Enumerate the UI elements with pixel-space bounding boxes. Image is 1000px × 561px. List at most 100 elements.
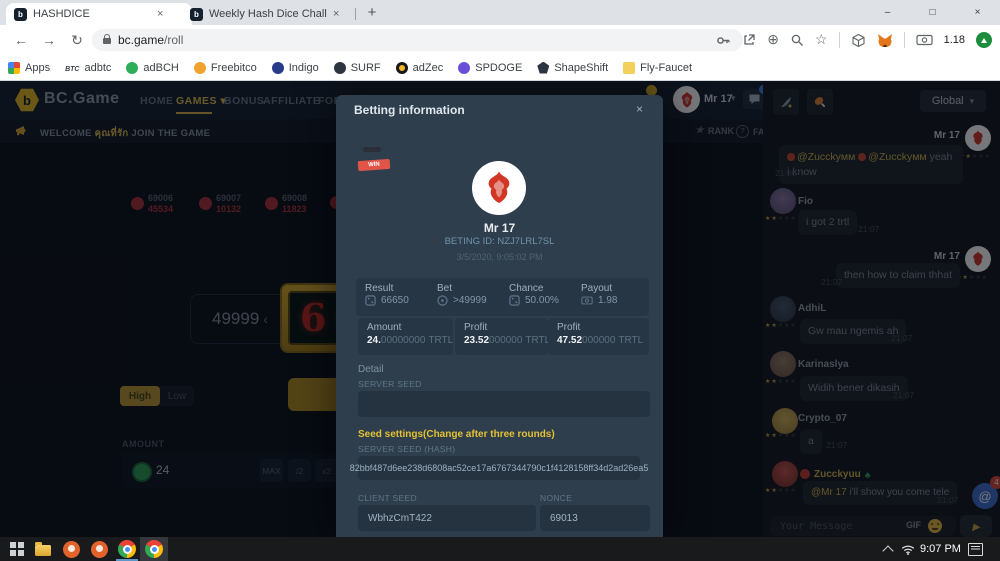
toolbar-separator [904, 32, 905, 48]
server-seed-hash-label: SERVER SEED (HASH) [358, 444, 455, 454]
freebitco-icon [194, 62, 206, 74]
taskbar-active-app[interactable] [140, 537, 168, 561]
chevron-up-icon [882, 545, 893, 556]
stat-value: 66650 [381, 295, 409, 306]
action-center-icon[interactable] [968, 543, 983, 556]
zec-icon [396, 62, 408, 74]
chrome-icon [118, 540, 136, 558]
bookmark-shapeshift[interactable]: ShapeShift [537, 62, 608, 74]
taskbar-explorer[interactable] [30, 537, 56, 561]
stat-label: Payout [581, 283, 649, 294]
taskbar: 9:07 PM [0, 537, 1000, 561]
orange-app-icon [91, 541, 108, 558]
tab-close-icon[interactable] [333, 8, 339, 20]
wallet-badge: 1.18 [944, 34, 965, 46]
metamask-icon[interactable] [877, 33, 893, 48]
win-badge: WIN [360, 139, 388, 167]
screen: b HASHDICE b Weekly Hash Dice Challenge … [0, 0, 1000, 561]
dice-icon [509, 295, 520, 306]
back-button[interactable] [10, 29, 32, 51]
server-seed-field[interactable] [358, 391, 650, 417]
shapeshift-icon [537, 62, 549, 74]
lock-icon[interactable] [103, 38, 111, 44]
banknote-icon [581, 296, 593, 305]
client-seed-label: CLIENT SEED [358, 493, 417, 503]
currency-label: TRTL [618, 335, 643, 346]
bookmark-spdoge[interactable]: SPDOGE [458, 62, 522, 74]
amount-card-label: Profit [557, 322, 649, 333]
stat-label: Bet [437, 283, 505, 294]
client-seed-field[interactable]: WbhzCmT422 [358, 505, 536, 531]
close-window-button[interactable] [955, 0, 1000, 25]
browser-tabstrip: b HASHDICE b Weekly Hash Dice Challenge … [0, 0, 1000, 25]
taskbar-app-2[interactable] [86, 537, 112, 561]
bookmark-flyfaucet[interactable]: Fly-Faucet [623, 62, 692, 74]
bookmark-indigo[interactable]: Indigo [272, 62, 319, 74]
spdoge-icon [458, 62, 470, 74]
phoenix-avatar-icon [479, 168, 519, 208]
forward-button[interactable] [38, 29, 60, 51]
stat-value: 1.98 [598, 295, 617, 306]
stat-card-chance: Chance 50.00% [500, 278, 577, 316]
zoom-install-icon[interactable] [767, 31, 779, 49]
stat-label: Chance [509, 283, 577, 294]
bookmark-adbch[interactable]: adBCH [126, 62, 178, 74]
indigo-icon [272, 62, 284, 74]
orange-app-icon [63, 541, 80, 558]
stat-card-result: Result 66650 [356, 278, 433, 316]
tab-hashdice[interactable]: b HASHDICE [6, 3, 192, 25]
betting-id: BETING ID: NZJ7LRL7SL [336, 236, 663, 247]
bookmark-apps[interactable]: Apps [8, 62, 50, 74]
btc-icon [65, 62, 79, 74]
currency-label: TRTL [428, 335, 453, 346]
search-icon[interactable] [790, 33, 804, 47]
amount-card-label: Amount [367, 322, 453, 333]
window-controls [865, 0, 1000, 25]
tab-close-icon[interactable] [157, 8, 163, 20]
password-key-icon[interactable] [716, 33, 731, 48]
bookmark-freebitco[interactable]: Freebitco [194, 62, 257, 74]
stat-label: Result [365, 283, 433, 294]
tray-network[interactable] [898, 537, 918, 561]
bcgame-favicon: b [14, 8, 27, 21]
clock[interactable]: 9:07 PM [920, 543, 961, 555]
tray-expand-button[interactable] [878, 537, 898, 561]
coin-icon [437, 295, 448, 306]
cube-extension-icon[interactable] [851, 33, 866, 48]
reload-button[interactable] [66, 29, 88, 51]
amount-card: Amount 24.00000000TRTL [358, 318, 453, 355]
bookmark-star-icon[interactable] [815, 31, 828, 49]
share-icon[interactable] [742, 33, 756, 47]
wallet-extension-icon[interactable] [916, 34, 933, 46]
bch-icon [126, 62, 138, 74]
page-viewport: b BC.Game HOME GAMES BONUS AFFILIATE FOR… [0, 81, 1000, 537]
bookmark-surf[interactable]: SURF [334, 62, 381, 74]
tab-weekly-challenge[interactable]: b Weekly Hash Dice Challenge - Se [182, 3, 368, 25]
address-bar[interactable]: bc.game/roll [92, 29, 743, 51]
maximize-button[interactable] [910, 0, 955, 25]
bookmark-adzec[interactable]: adZec [396, 62, 444, 74]
green-extension-icon[interactable] [976, 32, 992, 48]
start-button[interactable] [4, 537, 30, 561]
currency-label: TRTL [525, 335, 550, 346]
apps-grid-icon [8, 62, 20, 74]
server-seed-hash-field[interactable]: 82bbf487d6ee238d6808ac52ce17a6767344790c… [358, 456, 640, 480]
profit-card: Profit 47.52000000TRTL [548, 318, 649, 355]
modal-close-icon[interactable] [636, 102, 643, 116]
stat-card-payout: Payout 1.98 [572, 278, 649, 316]
modal-user-avatar[interactable] [472, 161, 526, 215]
nonce-field[interactable]: 69013 [540, 505, 650, 531]
minimize-button[interactable] [865, 0, 910, 25]
bookmark-adbtc[interactable]: adbtc [65, 62, 111, 74]
taskbar-chrome[interactable] [114, 537, 140, 561]
bet-timestamp: 3/5/2020, 9:05:02 PM [336, 252, 663, 262]
stat-card-bet: Bet >49999 [428, 278, 505, 316]
nonce-label: NONCE [540, 493, 572, 503]
win-ribbon: WIN [358, 159, 391, 171]
taskbar-app-1[interactable] [58, 537, 84, 561]
faucet-icon [623, 62, 635, 74]
url-text: bc.game/roll [118, 33, 183, 47]
new-tab-button[interactable] [362, 2, 382, 22]
wifi-icon [901, 544, 915, 555]
bookmarks-bar: Apps adbtc adBCH Freebitco Indigo SURF a… [0, 55, 1000, 81]
